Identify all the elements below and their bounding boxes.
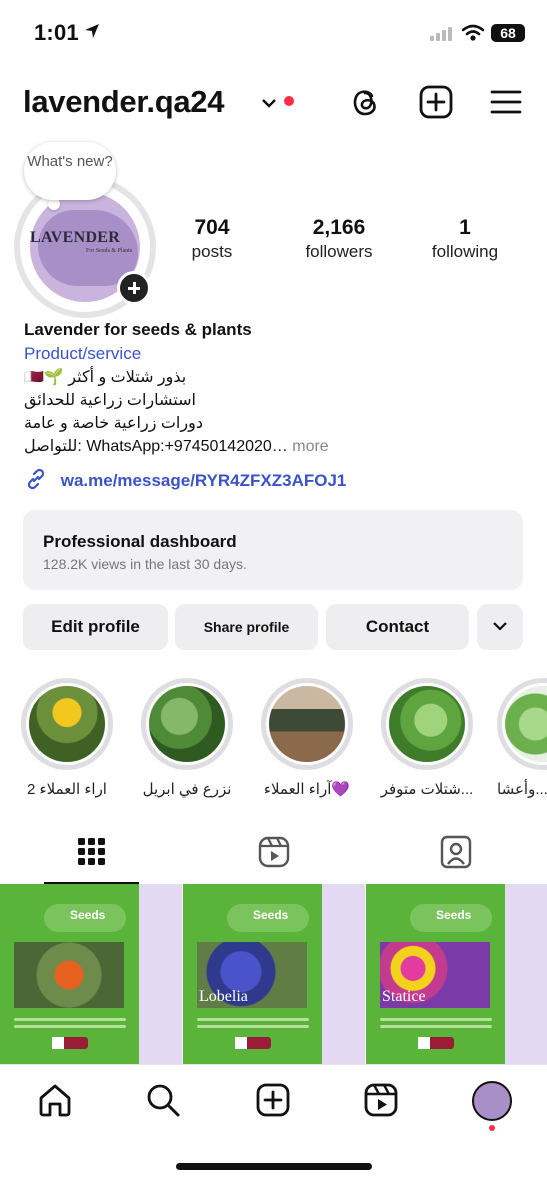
- bio-contact-line: للتواصل: WhatsApp:+97450142020… more: [24, 436, 524, 456]
- bio-line: استشارات زراعية للحدائق: [24, 392, 196, 409]
- highlight-ring: [497, 678, 547, 770]
- share-profile-button[interactable]: Share profile: [175, 604, 318, 650]
- stat-followers-label: followers: [305, 242, 373, 261]
- menu-icon[interactable]: [488, 84, 524, 120]
- post-photo: [14, 942, 124, 1008]
- highlight-label: آراء العملاء💜: [263, 781, 351, 798]
- highlight-ring: [261, 678, 353, 770]
- highlight-item[interactable]: اراء العملاء 2: [17, 678, 117, 798]
- notification-dot: [489, 1125, 495, 1131]
- grid-tab-icon[interactable]: [74, 834, 110, 870]
- avatar-logo-subtitle: For Seeds & Plants: [86, 248, 133, 254]
- avatar-logo-title: LAVENDER: [30, 229, 121, 246]
- bio-more-link[interactable]: more: [292, 438, 328, 455]
- reels-tab-icon[interactable]: [256, 834, 292, 870]
- dashboard-title: Professional dashboard: [43, 532, 237, 551]
- stat-following-label: following: [431, 242, 499, 261]
- chevron-down-icon: [493, 622, 507, 631]
- bio-line: بذور شتلات و أكثر 🌱🇶🇦: [24, 369, 187, 386]
- home-indicator: [176, 1163, 372, 1170]
- contact-button[interactable]: Contact: [326, 604, 469, 650]
- cellular-signal-icon: [430, 25, 454, 46]
- post-tile[interactable]: Seeds Lobelia: [183, 884, 365, 1064]
- profile-bio: Lavender for seeds & plants Product/serv…: [24, 320, 524, 456]
- post-text-lines: [14, 1018, 126, 1032]
- create-post-icon[interactable]: [254, 1081, 292, 1119]
- profile-tab-avatar[interactable]: [472, 1081, 512, 1121]
- battery-indicator: 68: [491, 24, 525, 42]
- stat-following[interactable]: 1 following: [410, 216, 520, 262]
- post-caption: Lobelia: [199, 988, 248, 1005]
- qatar-flag-icon: [235, 1037, 271, 1049]
- highlight-ring: [381, 678, 473, 770]
- home-icon[interactable]: [36, 1081, 74, 1119]
- post-brand-text: Seeds: [70, 908, 106, 922]
- search-icon[interactable]: [144, 1081, 182, 1119]
- post-text-lines: [380, 1018, 492, 1032]
- edit-profile-button[interactable]: Edit profile: [23, 604, 168, 650]
- stat-followers[interactable]: 2,166 followers: [284, 216, 394, 262]
- highlight-item[interactable]: وأعشا...: [497, 678, 547, 798]
- threads-icon[interactable]: [347, 84, 383, 120]
- highlight-item[interactable]: شتلات متوفر...: [377, 678, 477, 798]
- dashboard-subtitle: 128.2K views in the last 30 days.: [43, 556, 247, 572]
- bio-name: Lavender for seeds & plants: [24, 320, 252, 339]
- stat-posts-count: 704: [194, 216, 230, 239]
- post-side-panel: [505, 884, 547, 1064]
- bio-website-link[interactable]: wa.me/message/RYR4ZFXZ3AFOJ1: [24, 467, 346, 496]
- highlight-cover-leaves: [146, 683, 228, 765]
- highlight-ring: [21, 678, 113, 770]
- highlight-label: شتلات متوفر...: [380, 781, 474, 798]
- suggestions-button[interactable]: [477, 604, 523, 650]
- location-arrow-icon: [83, 22, 101, 45]
- highlight-cover-seedling-tray: [266, 683, 348, 765]
- add-story-button[interactable]: [117, 271, 151, 305]
- tagged-tab-icon[interactable]: [438, 834, 474, 870]
- new-post-icon[interactable]: [418, 84, 454, 120]
- bio-line: دورات زراعية خاصة و عامة: [24, 415, 203, 432]
- posts-grid: Seeds Seeds Lobelia Seeds Statice: [0, 884, 547, 1064]
- bio-contact: للتواصل: WhatsApp:+97450142020…: [24, 438, 288, 455]
- account-username[interactable]: lavender.qa24: [23, 84, 224, 120]
- status-bar: 1:01 68: [0, 0, 547, 66]
- post-text-lines: [197, 1018, 309, 1032]
- highlight-item[interactable]: نزرع في ابريل: [137, 678, 237, 798]
- post-brand-text: Seeds: [436, 908, 472, 922]
- status-time: 1:01: [34, 20, 79, 45]
- highlight-ring: [141, 678, 233, 770]
- chevron-down-icon[interactable]: [260, 96, 278, 114]
- note-bubble[interactable]: What's new?: [24, 142, 116, 200]
- profile-header: lavender.qa24: [0, 72, 547, 132]
- content-tabs: [0, 826, 547, 884]
- post-side-panel: [139, 884, 182, 1064]
- reels-icon[interactable]: [362, 1081, 400, 1119]
- link-icon: [24, 467, 48, 496]
- qatar-flag-icon: [418, 1037, 454, 1049]
- stat-followers-count: 2,166: [312, 216, 366, 239]
- professional-dashboard[interactable]: Professional dashboard 128.2K views in t…: [23, 510, 523, 590]
- notification-dot: [284, 96, 294, 106]
- highlight-label: اراء العملاء 2: [27, 781, 107, 798]
- bio-category[interactable]: Product/service: [24, 344, 524, 364]
- highlight-label: نزرع في ابريل: [142, 781, 232, 798]
- post-tile[interactable]: Seeds: [0, 884, 182, 1064]
- qatar-flag-icon: [52, 1037, 88, 1049]
- bio-link-text: wa.me/message/RYR4ZFXZ3AFOJ1: [60, 470, 347, 490]
- post-side-panel: [322, 884, 365, 1064]
- highlight-label: وأعشا...: [497, 781, 547, 798]
- highlight-cover-yellow-flower: [26, 683, 108, 765]
- post-caption: Statice: [382, 988, 426, 1005]
- wifi-icon: [461, 24, 485, 47]
- highlight-cover-herbs: [502, 683, 547, 765]
- stat-posts[interactable]: 704 posts: [157, 216, 267, 262]
- post-tile[interactable]: Seeds Statice: [366, 884, 547, 1064]
- stat-posts-label: posts: [191, 242, 233, 261]
- highlight-cover-plants: [386, 683, 468, 765]
- highlight-item[interactable]: آراء العملاء💜: [257, 678, 357, 798]
- stat-following-count: 1: [459, 216, 471, 239]
- post-brand-text: Seeds: [253, 908, 289, 922]
- bottom-navigation: [0, 1064, 547, 1185]
